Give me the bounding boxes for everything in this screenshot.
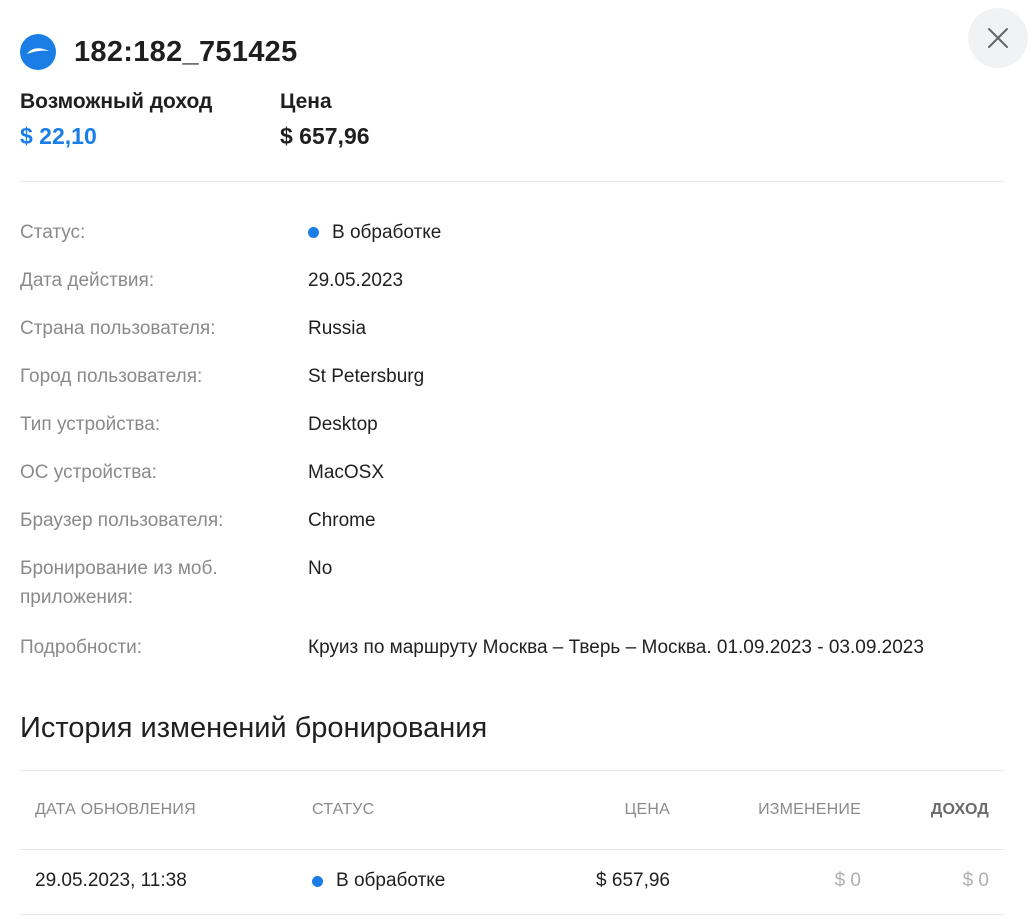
- cell-date: 29.05.2023, 11:38: [35, 870, 187, 891]
- detail-label: Дата действия:: [20, 270, 155, 291]
- detail-label: Браузер пользователя:: [20, 510, 224, 531]
- detail-label: Страна пользователя:: [20, 318, 216, 339]
- close-icon: [988, 28, 1008, 48]
- detail-label: Бронирование из моб. приложения:: [20, 558, 218, 608]
- income-value: $ 22,10: [20, 123, 97, 149]
- status-dot-icon: [312, 875, 323, 887]
- detail-label: Статус:: [20, 222, 86, 243]
- table-header: ДАТА ОБНОВЛЕНИЯ СТАТУС ЦЕНА ИЗМЕНЕНИЕ ДО…: [20, 770, 1004, 850]
- table-row: 29.05.2023, 11:38 В обработке $ 657,96 $…: [20, 848, 1004, 915]
- cell-income: $ 0: [962, 870, 989, 891]
- column-header-change[interactable]: ИЗМЕНЕНИЕ: [758, 801, 861, 819]
- detail-value: MacOSX: [308, 462, 385, 483]
- cell-status: В обработке: [312, 870, 445, 892]
- close-button[interactable]: [968, 8, 1028, 68]
- price-label: Цена: [280, 90, 332, 113]
- column-header-price[interactable]: ЦЕНА: [624, 801, 670, 819]
- detail-value: Круиз по маршруту Москва – Тверь – Москв…: [308, 637, 924, 658]
- income-summary: Возможный доход $ 22,10: [20, 90, 212, 150]
- column-header-date[interactable]: ДАТА ОБНОВЛЕНИЯ: [35, 801, 196, 819]
- detail-label: Подробности:: [20, 637, 143, 658]
- detail-value: 29.05.2023: [308, 270, 404, 291]
- cell-change: $ 0: [834, 870, 861, 891]
- detail-label: ОС устройства:: [20, 462, 157, 483]
- column-header-income[interactable]: ДОХОД: [931, 801, 989, 819]
- status-dot-icon: [308, 227, 319, 238]
- detail-value: No: [308, 558, 333, 579]
- detail-label: Город пользователя:: [20, 366, 203, 387]
- column-header-status[interactable]: СТАТУС: [312, 801, 374, 819]
- income-label: Возможный доход: [20, 90, 213, 113]
- detail-value: St Petersburg: [308, 366, 425, 387]
- detail-value: В обработке: [308, 218, 441, 247]
- detail-label: Тип устройства:: [20, 414, 161, 435]
- detail-value: Desktop: [308, 414, 378, 435]
- order-header: 182:182_751425: [20, 34, 298, 70]
- cell-price: $ 657,96: [596, 870, 670, 891]
- status-text: В обработке: [332, 222, 442, 243]
- detail-value: Chrome: [308, 510, 376, 531]
- history-title: История изменений бронирования: [20, 712, 488, 744]
- price-summary: Цена $ 657,96: [280, 90, 370, 150]
- detail-value: Russia: [308, 318, 367, 339]
- price-value: $ 657,96: [280, 123, 370, 149]
- wave-logo-icon: [20, 34, 56, 70]
- status-text: В обработке: [336, 870, 446, 891]
- summary-divider: [20, 181, 1004, 182]
- order-id: 182:182_751425: [74, 35, 298, 68]
